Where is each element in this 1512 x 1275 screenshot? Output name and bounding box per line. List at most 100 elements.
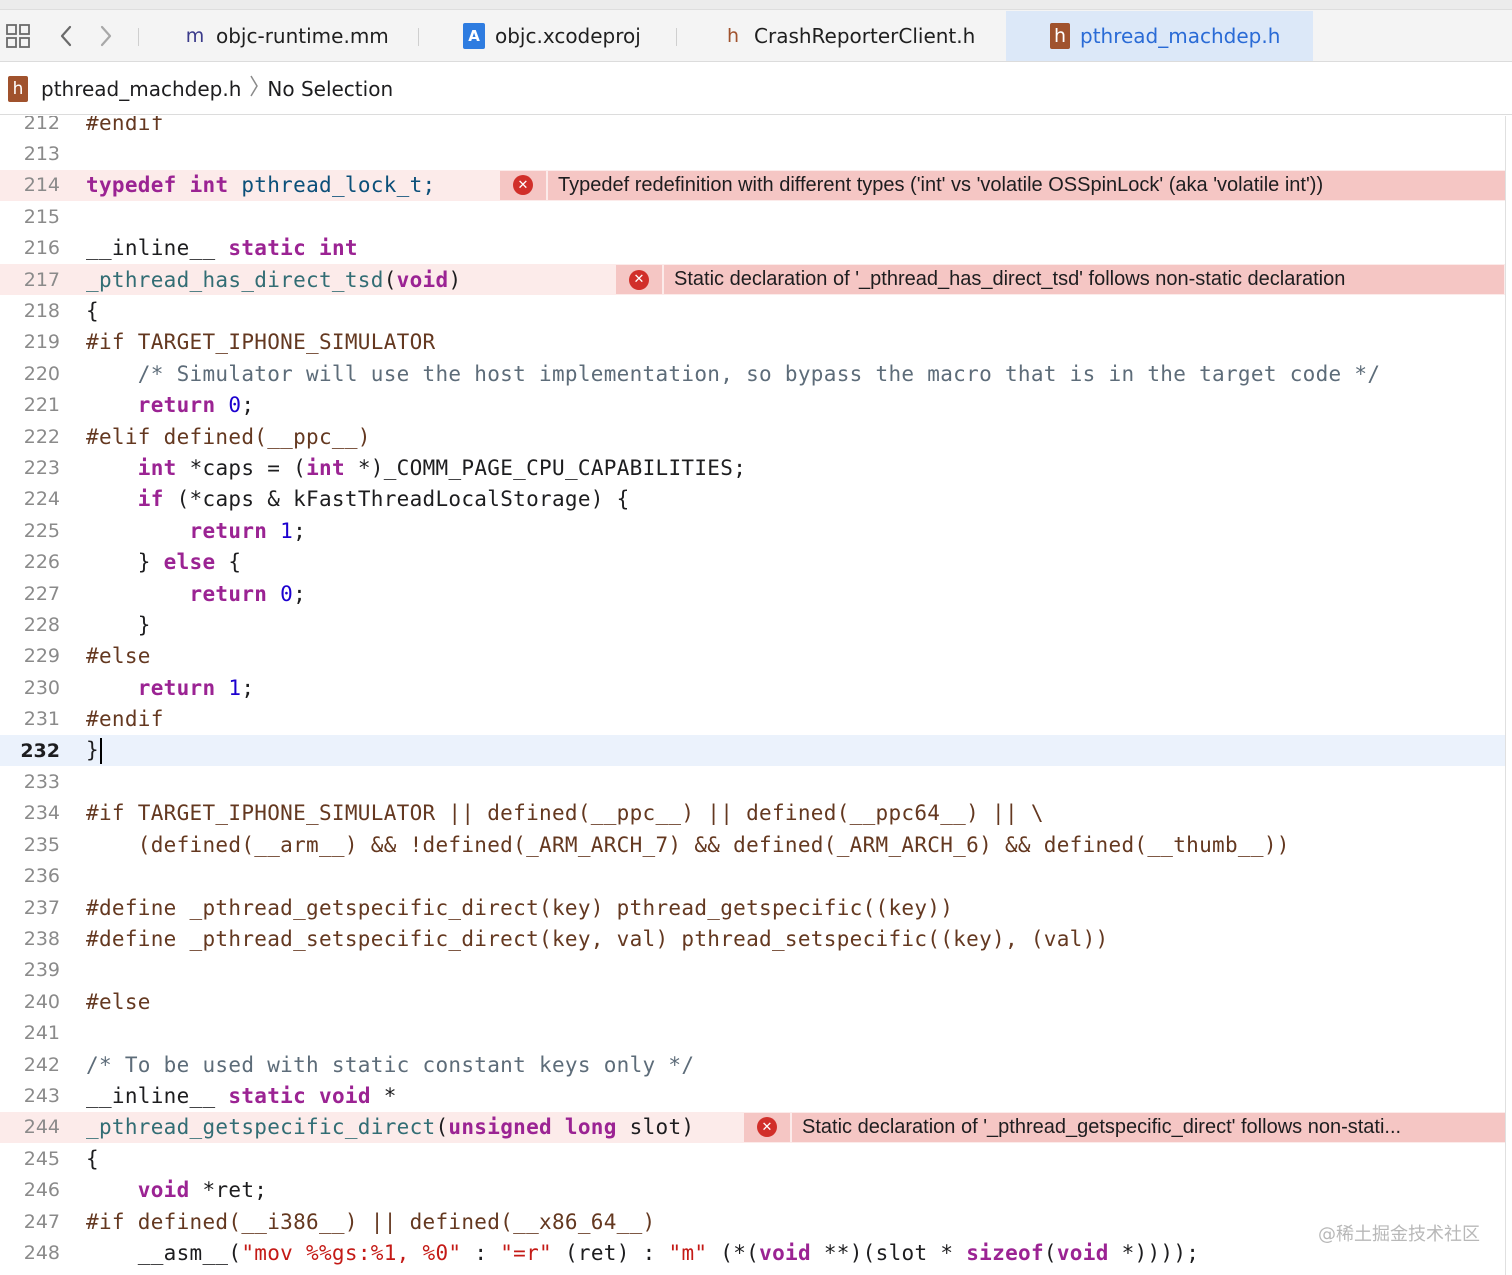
code-line: 230 return 1; (0, 672, 1505, 703)
line-number: 217 (23, 268, 60, 291)
line-number: 238 (23, 928, 60, 951)
error-x-icon: ✕ (513, 175, 533, 196)
code-line: 221 return 0; (0, 390, 1505, 421)
error-badge: ✕ (500, 170, 546, 200)
code-text: #elif defined(__ppc__) (86, 424, 371, 449)
error-annotation[interactable]: ✕ Static declaration of '_pthread_has_di… (616, 265, 1504, 294)
code-text: (defined(__arm__) && !defined(_ARM_ARCH_… (86, 832, 1290, 857)
line-number: 245 (23, 1147, 60, 1170)
tab-bar: m objc-runtime.mm A objc.xcodeproj h Cra… (0, 0, 1512, 62)
line-number: 241 (23, 1022, 60, 1045)
code-line: 247 #if defined(__i386__) || defined(__x… (0, 1206, 1505, 1237)
code-line: 241 (0, 1018, 1505, 1049)
code-text: __inline__ static int (86, 236, 358, 261)
code-line: 242 /* To be used with static constant k… (0, 1049, 1505, 1080)
code-line: 220 /* Simulator will use the host imple… (0, 358, 1505, 389)
code-line: 218 { (0, 295, 1505, 326)
error-badge: ✕ (616, 265, 662, 294)
code-line: 215 (0, 201, 1505, 232)
window-top-strip (0, 0, 1512, 10)
code-text: #else (86, 644, 151, 669)
code-line: 224 if (*caps & kFastThreadLocalStorage)… (0, 484, 1505, 515)
breadcrumb-file[interactable]: pthread_machdep.h (41, 77, 241, 101)
jump-bar: h pthread_machdep.h No Selection (0, 63, 1512, 115)
back-chevron-icon[interactable] (52, 22, 80, 50)
code-comment: /* Simulator will use the host implement… (86, 361, 1381, 386)
text-caret (99, 737, 102, 764)
code-line: 226 } else { (0, 547, 1505, 578)
error-message: Static declaration of '_pthread_getspeci… (792, 1112, 1505, 1142)
code-text: _pthread_getspecific_direct(unsigned lon… (86, 1115, 695, 1140)
line-number: 221 (23, 394, 60, 417)
line-number: 244 (23, 1116, 60, 1139)
tab-label: pthread_machdep.h (1080, 24, 1281, 48)
line-number: 226 (23, 551, 60, 574)
line-number: 222 (23, 425, 60, 448)
error-badge: ✕ (744, 1112, 790, 1142)
code-text: { (86, 299, 99, 324)
source-editor[interactable]: 212 #endif 213 214 typedef int pthread_l… (0, 116, 1505, 1275)
code-line: 213 (0, 138, 1505, 169)
code-line: 238 #define _pthread_setspecific_direct(… (0, 923, 1505, 954)
code-text: #if TARGET_IPHONE_SIMULATOR || defined(_… (86, 801, 1044, 826)
watermark: @稀土掘金技术社区 (1318, 1224, 1480, 1245)
xcode-project-icon: A (463, 23, 485, 49)
code-text: } (86, 737, 102, 764)
line-number: 214 (23, 174, 60, 197)
line-number: 225 (23, 519, 60, 542)
code-line-error: 217 _pthread_has_direct_tsd(void) ✕ Stat… (0, 264, 1505, 296)
code-text: __inline__ static void * (86, 1084, 397, 1109)
error-annotation[interactable]: ✕ Typedef redefinition with different ty… (500, 170, 1505, 200)
line-number: 236 (23, 865, 60, 888)
code-text: return 0; (137, 393, 255, 418)
line-number: 232 (20, 739, 60, 762)
header-file-icon: h (1050, 23, 1070, 49)
error-annotation[interactable]: ✕ Static declaration of '_pthread_getspe… (744, 1112, 1505, 1142)
breadcrumb-selection[interactable]: No Selection (267, 77, 393, 101)
code-text: __asm__("mov %%gs:%1, %0" : "=r" (ret) :… (86, 1241, 1200, 1266)
forward-chevron-icon[interactable] (92, 22, 120, 50)
code-line: 231 #endif (0, 704, 1505, 735)
code-text: } else { (86, 550, 242, 575)
line-number: 212 (23, 116, 60, 134)
line-number: 242 (23, 1053, 60, 1076)
code-line: 237 #define _pthread_getspecific_direct(… (0, 892, 1505, 923)
code-text: _pthread_has_direct_tsd(void) (86, 267, 462, 292)
code-line: 228 } (0, 609, 1505, 640)
line-number: 219 (23, 331, 60, 354)
line-number: 248 (23, 1242, 60, 1265)
line-number: 243 (23, 1085, 60, 1108)
code-line: 246 void *ret; (0, 1175, 1505, 1206)
tab-separator (418, 28, 419, 46)
code-line: 245 { (0, 1143, 1505, 1174)
tab-crashreporterclient-h[interactable]: h CrashReporterClient.h (722, 11, 1002, 61)
code-line: 212 #endif (0, 116, 1505, 138)
code-line: 222 #elif defined(__ppc__) (0, 421, 1505, 452)
code-text: #if TARGET_IPHONE_SIMULATOR (86, 330, 436, 355)
line-number: 223 (23, 457, 60, 480)
line-number: 230 (23, 676, 60, 699)
code-line: 223 int *caps = (int *)_COMM_PAGE_CPU_CA… (0, 452, 1505, 483)
code-line: 233 (0, 766, 1505, 797)
code-text: void *ret; (137, 1178, 268, 1203)
code-line: 229 #else (0, 641, 1505, 672)
tab-pthread-machdep-h[interactable]: h pthread_machdep.h (1006, 11, 1313, 61)
line-number: 229 (23, 645, 60, 668)
code-text: #define _pthread_getspecific_direct(key)… (86, 895, 954, 920)
line-number: 213 (23, 143, 60, 166)
code-text: { (86, 1146, 99, 1171)
tab-separator (138, 28, 139, 46)
code-comment: /* To be used with static constant keys … (86, 1052, 695, 1077)
tab-objc-runtime-mm[interactable]: m objc-runtime.mm (184, 11, 414, 61)
line-number: 246 (23, 1179, 60, 1202)
tab-label: objc.xcodeproj (495, 24, 641, 48)
header-file-icon: h (8, 75, 28, 102)
code-text: return 1; (137, 675, 255, 700)
tab-objc-xcodeproj[interactable]: A objc.xcodeproj (463, 11, 673, 61)
line-number: 227 (23, 582, 60, 605)
error-message: Typedef redefinition with different type… (548, 170, 1505, 200)
code-text: #endif (86, 707, 164, 732)
code-text: #endif (86, 116, 164, 135)
related-items-grid-icon[interactable] (4, 22, 32, 50)
line-number: 216 (23, 237, 60, 260)
